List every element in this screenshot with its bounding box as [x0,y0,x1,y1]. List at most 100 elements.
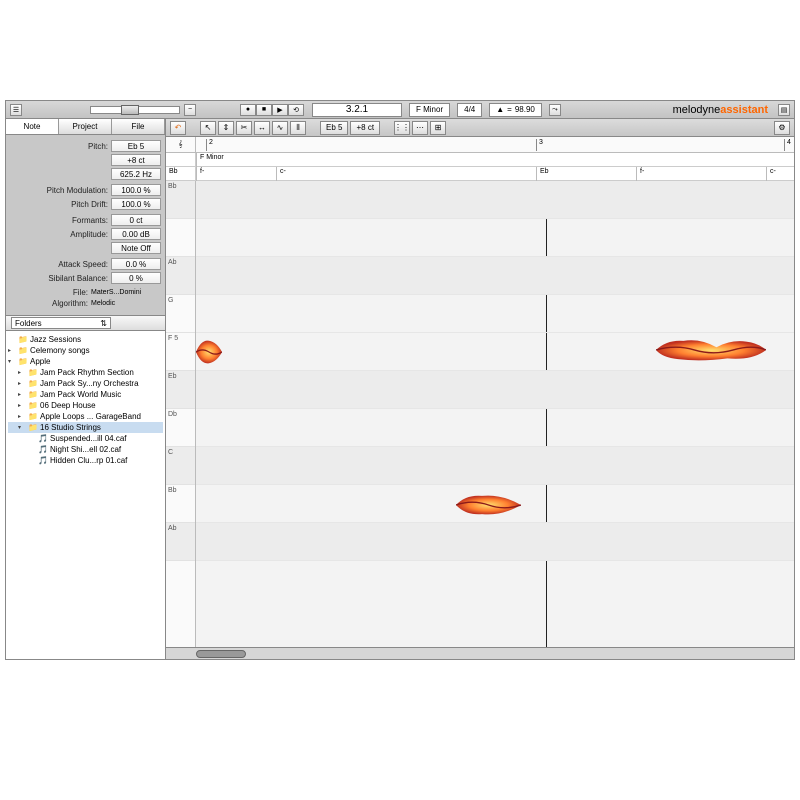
pitch-label: Ab [166,257,195,295]
tree-item[interactable]: 📁Jazz Sessions [8,334,163,345]
loop-button[interactable]: ⟲ [288,104,304,116]
pitch-lane [196,333,794,371]
sibilant-label: Sibilant Balance: [10,274,108,283]
folder-header: Folders⇅ [6,315,165,331]
pitch-field[interactable]: Eb 5 [111,140,161,152]
key-display[interactable]: F Minor [409,103,450,117]
amplitude-field[interactable]: 0.00 dB [111,228,161,240]
pitch-lane [196,523,794,561]
disclosure-icon: ▸ [18,380,26,387]
tree-item[interactable]: ▸📁Jam Pack World Music [8,389,163,400]
pitchdrift-field[interactable]: 100.0 % [111,198,161,210]
undo-button[interactable]: ↶ [170,121,186,135]
amplitude-tool[interactable]: ⫴ [290,121,306,135]
tree-item-label: Night Shi...ell 02.caf [50,445,121,454]
folder-icon: 📁 [28,412,38,421]
panel-toggle-button[interactable]: ▤ [778,104,790,116]
pitch-label: Bb [166,181,195,219]
pitch-lane [196,295,794,333]
noteoff-button[interactable]: Note Off [111,242,161,254]
pitch-ruler[interactable]: BbAbGF 5EbDbCBbAb [166,181,196,647]
note-editor[interactable]: BbAbGF 5EbDbCBbAb [166,181,794,647]
folder-select[interactable]: Folders⇅ [11,317,111,329]
play-button[interactable]: ▶ [272,104,288,116]
tool-row: ↶ ↖ ⇕ ✂ ↔ ∿ ⫴ Eb 5 +8 ct ⋮⋮ ⋯ ⊞ ⚙ [166,119,794,137]
arrow-tool[interactable]: ↖ [200,121,216,135]
pitch-tool[interactable]: ⇕ [218,121,234,135]
pitch-label: C [166,447,195,485]
tree-item-label: Jazz Sessions [30,335,81,344]
tree-item[interactable]: 🎵Suspended...ill 04.caf [8,433,163,444]
formants-label: Formants: [10,216,108,225]
folder-icon: 📁 [28,379,38,388]
tree-item[interactable]: ▾📁16 Studio Strings [8,422,163,433]
editor-panel: ↶ ↖ ⇕ ✂ ↔ ∿ ⫴ Eb 5 +8 ct ⋮⋮ ⋯ ⊞ ⚙ 𝄞 [166,119,794,659]
tool-pitch-display[interactable]: Eb 5 [320,121,348,135]
attack-field[interactable]: 0.0 % [111,258,161,270]
position-display[interactable]: 3.2.1 [312,103,402,117]
tree-item[interactable]: 🎵Hidden Clu...rp 01.caf [8,455,163,466]
tree-item[interactable]: 🎵Night Shi...ell 02.caf [8,444,163,455]
pitchmod-field[interactable]: 100.0 % [111,184,161,196]
zoom-slider[interactable] [90,106,180,114]
settings-button[interactable]: ⚙ [774,121,790,135]
tree-item-label: 16 Studio Strings [40,423,101,432]
stop-button[interactable]: ■ [256,104,272,116]
tree-item[interactable]: ▸📁Jam Pack Rhythm Section [8,367,163,378]
cents-field[interactable]: +8 ct [111,154,161,166]
pitch-lane [196,181,794,219]
metronome-icon: ▲ [496,105,504,114]
split-tool[interactable]: ✂ [236,121,252,135]
menu-button[interactable]: ☰ [10,104,22,116]
grid-tool-2[interactable]: ⋯ [412,121,428,135]
folder-icon: 📁 [18,335,28,344]
formants-field[interactable]: 0 ct [111,214,161,226]
tree-item[interactable]: ▸📁06 Deep House [8,400,163,411]
time-ruler[interactable]: 𝄞 2 3 4 [166,137,794,153]
tool-cents-display[interactable]: +8 ct [350,121,380,135]
formant-tool[interactable]: ∿ [272,121,288,135]
app-window: ☰ − ● ■ ▶ ⟲ 3.2.1 F Minor 4/4 ▲ = 98.90 … [5,100,795,660]
file-tree[interactable]: 📁Jazz Sessions▸📁Celemony songs▾📁Apple▸📁J… [6,331,165,659]
tree-item[interactable]: ▸📁Jam Pack Sy...ny Orchestra [8,378,163,389]
folder-icon: 📁 [18,357,28,366]
algorithm-value: Melodic [91,300,161,307]
note-bb-label: Bb [166,167,196,180]
sibilant-field[interactable]: 0 % [111,272,161,284]
folder-icon: 📁 [28,423,38,432]
autoscroll-button[interactable]: ⤳ [549,104,561,116]
chord-label: f- [636,167,647,181]
pitch-lane [196,447,794,485]
disclosure-icon: ▸ [8,347,16,354]
attack-label: Attack Speed: [10,260,108,269]
tree-item[interactable]: ▾📁Apple [8,356,163,367]
tree-item[interactable]: ▸📁Apple Loops ... GarageBand [8,411,163,422]
tab-note[interactable]: Note [6,119,59,134]
record-button[interactable]: ● [240,104,256,116]
timesig-display[interactable]: 4/4 [457,103,482,117]
zoom-minus-icon[interactable]: − [184,104,196,116]
pitch-lane [196,485,794,523]
pitchdrift-label: Pitch Drift: [10,200,108,209]
tab-project[interactable]: Project [59,119,112,134]
pitch-lane [196,409,794,447]
tree-item-label: Jam Pack Sy...ny Orchestra [40,379,139,388]
grid-tool-1[interactable]: ⋮⋮ [394,121,410,135]
tab-file[interactable]: File [112,119,165,134]
updown-icon: ⇅ [100,319,107,328]
horizontal-scrollbar[interactable] [166,647,794,659]
scrollbar-thumb[interactable] [196,650,246,658]
tree-item[interactable]: ▸📁Celemony songs [8,345,163,356]
gear-icon: ⚙ [778,123,785,132]
file-icon: 🎵 [38,434,48,443]
snap-tool[interactable]: ⊞ [430,121,446,135]
stretch-tool[interactable]: ↔ [254,121,270,135]
hz-field[interactable]: 625.2 Hz [111,168,161,180]
tree-item-label: Apple [30,357,50,366]
treble-clef-icon: 𝄞 [166,137,196,152]
pitch-label: Pitch: [10,142,108,151]
tree-item-label: 06 Deep House [40,401,96,410]
tempo-display[interactable]: ▲ = 98.90 [489,103,542,117]
top-toolbar: ☰ − ● ■ ▶ ⟲ 3.2.1 F Minor 4/4 ▲ = 98.90 … [6,101,794,119]
pitch-label [166,219,195,257]
